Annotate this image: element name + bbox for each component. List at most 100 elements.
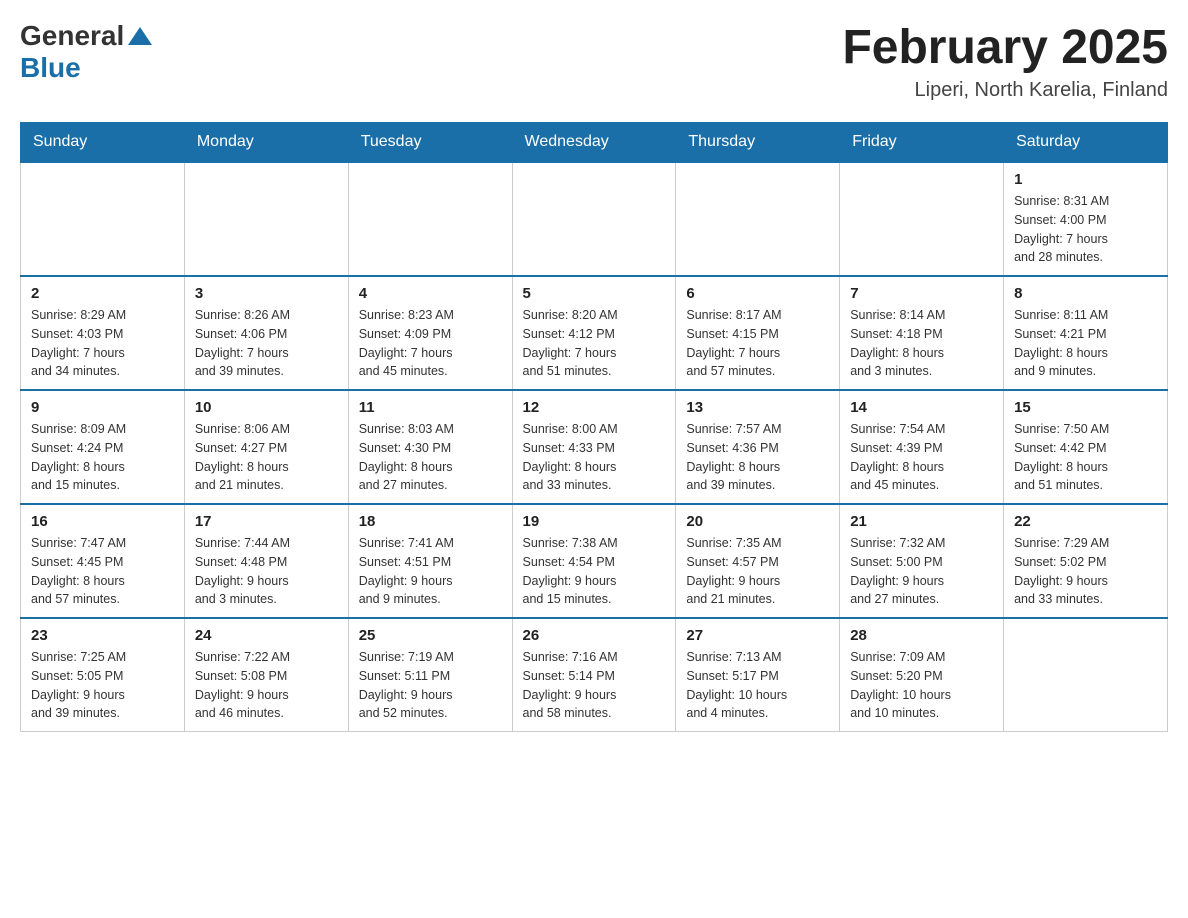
day-info: Sunrise: 7:25 AM Sunset: 5:05 PM Dayligh… (31, 648, 174, 723)
calendar-cell: 23 Sunrise: 7:25 AM Sunset: 5:05 PM Dayli… (21, 618, 185, 732)
day-number: 17 (195, 513, 338, 530)
day-number: 23 (31, 627, 174, 644)
weekday-header-friday: Friday (840, 123, 1004, 163)
weekday-header-monday: Monday (184, 123, 348, 163)
day-number: 24 (195, 627, 338, 644)
day-info: Sunrise: 8:29 AM Sunset: 4:03 PM Dayligh… (31, 306, 174, 381)
calendar-cell: 15 Sunrise: 7:50 AM Sunset: 4:42 PM Dayli… (1004, 390, 1168, 504)
day-number: 7 (850, 285, 993, 302)
day-number: 3 (195, 285, 338, 302)
title-section: February 2025 Liperi, North Karelia, Fin… (842, 20, 1168, 102)
calendar-cell: 26 Sunrise: 7:16 AM Sunset: 5:14 PM Dayli… (512, 618, 676, 732)
location-text: Liperi, North Karelia, Finland (842, 79, 1168, 102)
day-number: 27 (686, 627, 829, 644)
calendar-cell: 21Sunrise: 7:32 AM Sunset: 5:00 PM Dayli… (840, 504, 1004, 618)
day-number: 12 (523, 399, 666, 416)
calendar-cell: 18 Sunrise: 7:41 AM Sunset: 4:51 PM Dayli… (348, 504, 512, 618)
day-info: Sunrise: 7:16 AM Sunset: 5:14 PM Dayligh… (523, 648, 666, 723)
day-number: 2 (31, 285, 174, 302)
calendar-cell: 11 Sunrise: 8:03 AM Sunset: 4:30 PM Dayli… (348, 390, 512, 504)
day-number: 19 (523, 513, 666, 530)
day-number: 6 (686, 285, 829, 302)
calendar-cell: 9 Sunrise: 8:09 AM Sunset: 4:24 PM Daylig… (21, 390, 185, 504)
calendar-cell: 16 Sunrise: 7:47 AM Sunset: 4:45 PM Dayli… (21, 504, 185, 618)
day-number: 16 (31, 513, 174, 530)
weekday-header-wednesday: Wednesday (512, 123, 676, 163)
day-info: Sunrise: 8:11 AM Sunset: 4:21 PM Dayligh… (1014, 306, 1157, 381)
calendar-cell: 27 Sunrise: 7:13 AM Sunset: 5:17 PM Dayli… (676, 618, 840, 732)
page-header: General Blue February 2025 Liperi, North… (20, 20, 1168, 102)
day-number: 14 (850, 399, 993, 416)
day-number: 11 (359, 399, 502, 416)
calendar-cell (512, 162, 676, 276)
calendar-cell: 24 Sunrise: 7:22 AM Sunset: 5:08 PM Dayli… (184, 618, 348, 732)
logo-triangle-icon (126, 25, 154, 47)
weekday-header-saturday: Saturday (1004, 123, 1168, 163)
calendar-cell: 13Sunrise: 7:57 AM Sunset: 4:36 PM Dayli… (676, 390, 840, 504)
day-info: Sunrise: 7:19 AM Sunset: 5:11 PM Dayligh… (359, 648, 502, 723)
day-info: Sunrise: 7:22 AM Sunset: 5:08 PM Dayligh… (195, 648, 338, 723)
calendar-cell (840, 162, 1004, 276)
day-number: 10 (195, 399, 338, 416)
logo-blue-text: Blue (20, 52, 81, 83)
day-number: 8 (1014, 285, 1157, 302)
day-info: Sunrise: 8:09 AM Sunset: 4:24 PM Dayligh… (31, 420, 174, 495)
calendar-cell: 7 Sunrise: 8:14 AM Sunset: 4:18 PM Daylig… (840, 276, 1004, 390)
day-info: Sunrise: 8:14 AM Sunset: 4:18 PM Dayligh… (850, 306, 993, 381)
day-info: Sunrise: 7:47 AM Sunset: 4:45 PM Dayligh… (31, 534, 174, 609)
day-info: Sunrise: 8:03 AM Sunset: 4:30 PM Dayligh… (359, 420, 502, 495)
day-info: Sunrise: 7:29 AM Sunset: 5:02 PM Dayligh… (1014, 534, 1157, 609)
day-info: Sunrise: 7:35 AM Sunset: 4:57 PM Dayligh… (686, 534, 829, 609)
calendar-cell: 19 Sunrise: 7:38 AM Sunset: 4:54 PM Dayli… (512, 504, 676, 618)
calendar-cell: 8 Sunrise: 8:11 AM Sunset: 4:21 PM Daylig… (1004, 276, 1168, 390)
logo: General Blue (20, 20, 154, 84)
day-number: 25 (359, 627, 502, 644)
day-info: Sunrise: 7:54 AM Sunset: 4:39 PM Dayligh… (850, 420, 993, 495)
day-number: 26 (523, 627, 666, 644)
logo-general-text: General (20, 20, 124, 52)
calendar-cell: 20 Sunrise: 7:35 AM Sunset: 4:57 PM Dayli… (676, 504, 840, 618)
day-info: Sunrise: 7:38 AM Sunset: 4:54 PM Dayligh… (523, 534, 666, 609)
day-number: 4 (359, 285, 502, 302)
day-info: Sunrise: 8:06 AM Sunset: 4:27 PM Dayligh… (195, 420, 338, 495)
day-number: 18 (359, 513, 502, 530)
calendar-cell (184, 162, 348, 276)
day-number: 13 (686, 399, 829, 416)
day-number: 20 (686, 513, 829, 530)
calendar-cell: 22Sunrise: 7:29 AM Sunset: 5:02 PM Dayli… (1004, 504, 1168, 618)
calendar-cell: 10 Sunrise: 8:06 AM Sunset: 4:27 PM Dayli… (184, 390, 348, 504)
day-info: Sunrise: 8:20 AM Sunset: 4:12 PM Dayligh… (523, 306, 666, 381)
month-year-title: February 2025 (842, 20, 1168, 75)
day-info: Sunrise: 7:13 AM Sunset: 5:17 PM Dayligh… (686, 648, 829, 723)
calendar-week-row: 23 Sunrise: 7:25 AM Sunset: 5:05 PM Dayli… (21, 618, 1168, 732)
calendar-cell: 12Sunrise: 8:00 AM Sunset: 4:33 PM Dayli… (512, 390, 676, 504)
day-number: 28 (850, 627, 993, 644)
calendar-table: SundayMondayTuesdayWednesdayThursdayFrid… (20, 122, 1168, 732)
day-info: Sunrise: 8:31 AM Sunset: 4:00 PM Dayligh… (1014, 192, 1157, 267)
day-number: 15 (1014, 399, 1157, 416)
calendar-cell: 17Sunrise: 7:44 AM Sunset: 4:48 PM Dayli… (184, 504, 348, 618)
day-info: Sunrise: 8:17 AM Sunset: 4:15 PM Dayligh… (686, 306, 829, 381)
calendar-cell: 28 Sunrise: 7:09 AM Sunset: 5:20 PM Dayli… (840, 618, 1004, 732)
calendar-cell: 3Sunrise: 8:26 AM Sunset: 4:06 PM Daylig… (184, 276, 348, 390)
day-number: 1 (1014, 171, 1157, 188)
calendar-cell: 2 Sunrise: 8:29 AM Sunset: 4:03 PM Daylig… (21, 276, 185, 390)
day-number: 9 (31, 399, 174, 416)
calendar-cell: 6 Sunrise: 8:17 AM Sunset: 4:15 PM Daylig… (676, 276, 840, 390)
day-info: Sunrise: 7:50 AM Sunset: 4:42 PM Dayligh… (1014, 420, 1157, 495)
calendar-cell (1004, 618, 1168, 732)
day-info: Sunrise: 7:41 AM Sunset: 4:51 PM Dayligh… (359, 534, 502, 609)
calendar-cell (348, 162, 512, 276)
day-number: 5 (523, 285, 666, 302)
calendar-week-row: 16 Sunrise: 7:47 AM Sunset: 4:45 PM Dayli… (21, 504, 1168, 618)
day-info: Sunrise: 8:23 AM Sunset: 4:09 PM Dayligh… (359, 306, 502, 381)
day-number: 21 (850, 513, 993, 530)
weekday-header-tuesday: Tuesday (348, 123, 512, 163)
calendar-cell: 4 Sunrise: 8:23 AM Sunset: 4:09 PM Daylig… (348, 276, 512, 390)
day-info: Sunrise: 7:09 AM Sunset: 5:20 PM Dayligh… (850, 648, 993, 723)
calendar-cell: 5 Sunrise: 8:20 AM Sunset: 4:12 PM Daylig… (512, 276, 676, 390)
weekday-header-row: SundayMondayTuesdayWednesdayThursdayFrid… (21, 123, 1168, 163)
calendar-week-row: 1 Sunrise: 8:31 AM Sunset: 4:00 PM Daylig… (21, 162, 1168, 276)
calendar-cell (21, 162, 185, 276)
weekday-header-sunday: Sunday (21, 123, 185, 163)
